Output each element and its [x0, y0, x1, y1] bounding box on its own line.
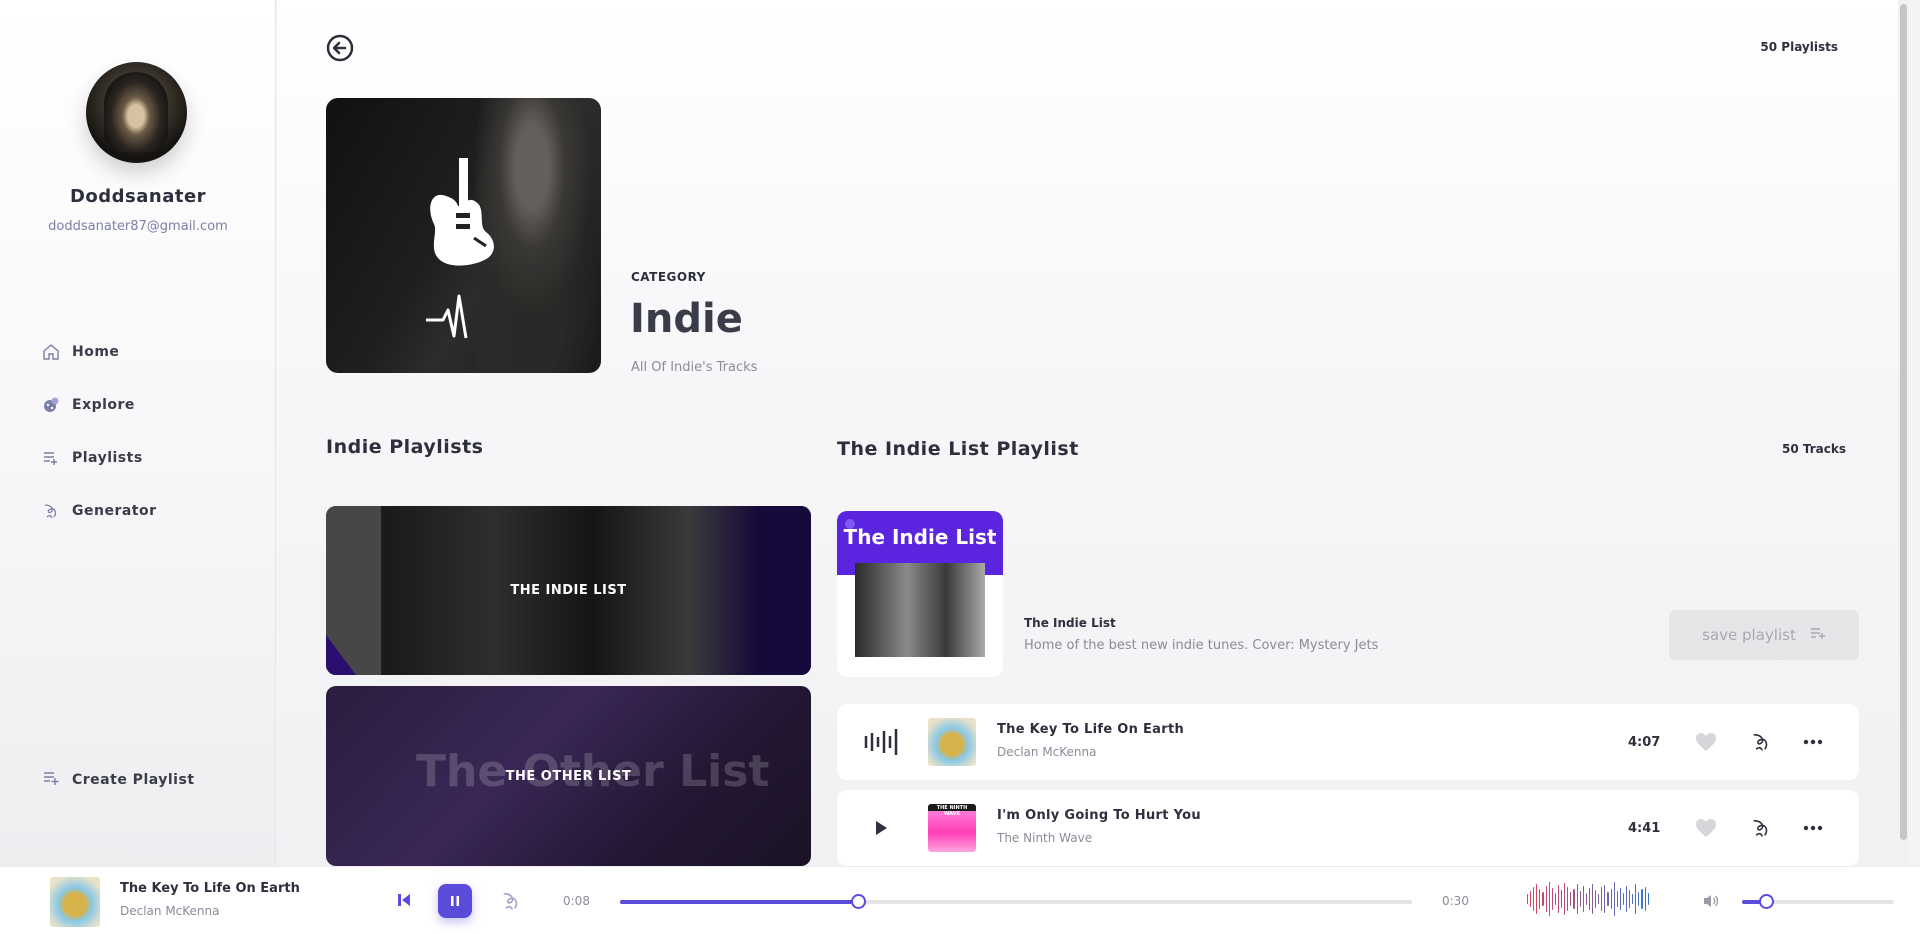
- volume-slider[interactable]: [1742, 894, 1894, 909]
- sidebar-nav: Home Explore Playlists Generator: [42, 325, 157, 537]
- playlist-icon: [42, 449, 60, 467]
- playlist-heading: The Indie List Playlist: [837, 438, 1079, 460]
- sidebar-item-playlists[interactable]: Playlists: [42, 431, 157, 484]
- skip-back-icon: [398, 894, 410, 906]
- save-playlist-label: save playlist: [1702, 626, 1796, 644]
- category-title: Indie: [630, 296, 743, 342]
- now-playing-equalizer-icon[interactable]: [863, 727, 899, 757]
- pause-icon: [451, 896, 459, 906]
- playlist-count: 50 Playlists: [1760, 40, 1838, 54]
- scrollbar[interactable]: [1898, 0, 1909, 866]
- sidebar-item-label: Playlists: [72, 449, 143, 466]
- track-row[interactable]: THE NINTH WAVE I'm Only Going To Hurt Yo…: [837, 790, 1859, 866]
- category-subtitle: All Of Indie's Tracks: [631, 360, 758, 375]
- volume-handle[interactable]: [1759, 894, 1775, 909]
- sidebar-item-label: Explore: [72, 396, 135, 413]
- track-artwork: [928, 718, 976, 766]
- end-time: 0:30: [1442, 894, 1469, 908]
- generator-icon: [42, 502, 60, 520]
- featured-playlist-cover: The Indie List: [837, 511, 1003, 677]
- add-to-playlist-icon: [1810, 626, 1826, 644]
- generator-icon: [503, 892, 518, 910]
- progress-slider[interactable]: [620, 894, 1412, 909]
- now-playing-artwork: [50, 877, 100, 927]
- player-bar: The Key To Life On Earth Declan McKenna …: [0, 866, 1920, 934]
- category-cover: [326, 98, 601, 373]
- main-content: 50 Playlists CATEGORY Indie All Of Indie…: [277, 0, 1909, 866]
- featured-playlist-description: Home of the best new indie tunes. Cover:…: [1024, 638, 1379, 653]
- generator-icon[interactable]: [1750, 731, 1772, 753]
- featured-cover-title: The Indie List: [843, 525, 997, 549]
- track-artist: The Ninth Wave: [997, 831, 1093, 845]
- back-button[interactable]: [326, 34, 354, 62]
- previous-button[interactable]: [396, 892, 412, 908]
- more-options-icon[interactable]: [1802, 731, 1824, 753]
- save-playlist-button[interactable]: save playlist: [1669, 610, 1859, 660]
- generator-button[interactable]: [500, 890, 522, 912]
- tracks-count: 50 Tracks: [1782, 442, 1846, 456]
- track-artwork: THE NINTH WAVE: [928, 804, 976, 852]
- track-artist: Declan McKenna: [997, 745, 1097, 759]
- sidebar-item-label: Home: [72, 343, 120, 360]
- guitar-icon: [426, 158, 494, 339]
- playlist-card-other-list[interactable]: The Other List THE OTHER LIST: [326, 686, 811, 866]
- track-duration: 4:07: [1628, 734, 1661, 750]
- waveform-visualizer: [1527, 881, 1649, 917]
- track-name: The Key To Life On Earth: [997, 722, 1185, 737]
- progress-handle[interactable]: [850, 894, 866, 909]
- create-playlist-label: Create Playlist: [72, 772, 195, 788]
- playlist-card-indie-list[interactable]: THE INDIE LIST: [326, 506, 811, 675]
- heart-icon[interactable]: [1694, 731, 1718, 753]
- generator-icon[interactable]: [1750, 817, 1772, 839]
- indie-playlists-heading: Indie Playlists: [326, 436, 484, 458]
- volume-icon[interactable]: [1702, 892, 1720, 910]
- now-playing-title: The Key To Life On Earth: [120, 881, 300, 896]
- track-name: I'm Only Going To Hurt You: [997, 808, 1201, 823]
- current-time: 0:08: [563, 894, 590, 908]
- add-playlist-icon: [42, 769, 60, 791]
- sidebar-item-generator[interactable]: Generator: [42, 484, 157, 537]
- pause-button[interactable]: [438, 884, 472, 918]
- home-icon: [42, 343, 60, 361]
- track-duration: 4:41: [1628, 820, 1661, 836]
- playlist-card-label: THE OTHER LIST: [505, 768, 632, 784]
- featured-playlist-name: The Indie List: [1024, 616, 1116, 630]
- create-playlist-button[interactable]: Create Playlist: [42, 769, 195, 791]
- sidebar-item-home[interactable]: Home: [42, 325, 157, 378]
- category-label: CATEGORY: [631, 270, 706, 284]
- sidebar: Doddsanater doddsanater87@gmail.com Home…: [0, 0, 276, 866]
- back-arrow-icon: [326, 34, 354, 62]
- avatar[interactable]: [86, 62, 187, 163]
- play-icon[interactable]: [863, 813, 899, 843]
- explore-icon: [42, 396, 60, 414]
- heart-icon[interactable]: [1694, 817, 1718, 839]
- more-options-icon[interactable]: [1802, 817, 1824, 839]
- track-row[interactable]: The Key To Life On Earth Declan McKenna …: [837, 704, 1859, 780]
- playlist-card-label: THE INDIE LIST: [510, 583, 627, 598]
- sidebar-item-label: Generator: [72, 502, 157, 519]
- user-name: Doddsanater: [69, 186, 207, 207]
- sidebar-item-explore[interactable]: Explore: [42, 378, 157, 431]
- now-playing-artist: Declan McKenna: [120, 904, 220, 918]
- user-email: doddsanater87@gmail.com: [48, 219, 228, 234]
- track-artwork-text: THE NINTH WAVE: [936, 805, 968, 817]
